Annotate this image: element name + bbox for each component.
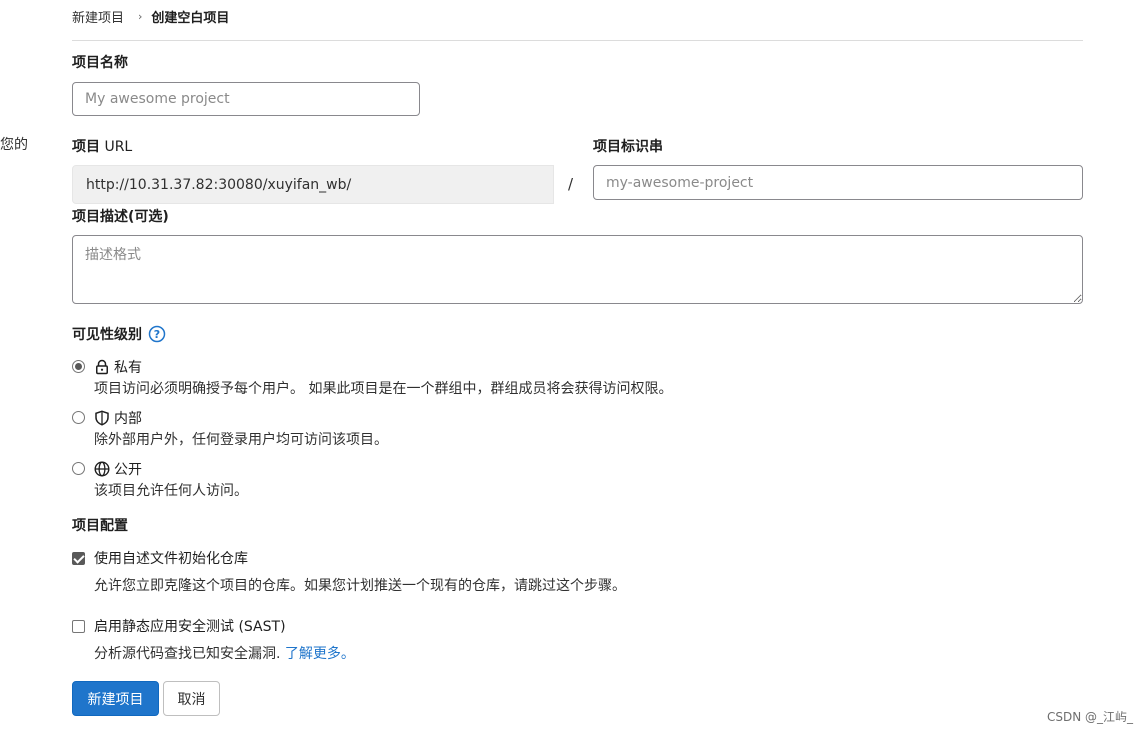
chevron-right-icon: › xyxy=(138,9,143,23)
url-slash: / xyxy=(568,175,574,193)
visibility-radio-public[interactable] xyxy=(72,462,85,475)
visibility-label-public: 公开 xyxy=(114,462,142,478)
visibility-help-private: 项目访问必须明确授予每个用户。 如果此项目是在一个群组中，群组成员将会获得访问权… xyxy=(94,381,673,397)
shield-icon xyxy=(95,410,109,426)
project-name-label: 项目名称 xyxy=(72,55,128,71)
svg-text:?: ? xyxy=(154,328,160,341)
visibility-help-public: 该项目允许任何人访问。 xyxy=(94,483,248,499)
visibility-option-internal[interactable]: 内部 除外部用户外，任何登录用户均可访问该项目。 xyxy=(72,408,388,449)
sast-label[interactable]: 启用静态应用安全测试 (SAST) xyxy=(94,616,286,636)
sast-help-text: 分析源代码查找已知安全漏洞. xyxy=(94,646,285,662)
project-url-label-bold: 项目 xyxy=(72,139,100,155)
description-label: 项目描述(可选) xyxy=(72,209,169,225)
visibility-title: 可见性级别 ? xyxy=(72,324,166,344)
visibility-radio-private[interactable] xyxy=(72,360,85,373)
sast-option[interactable]: 启用静态应用安全测试 (SAST) xyxy=(72,616,286,636)
sast-checkbox[interactable] xyxy=(72,619,85,633)
project-url-label-suffix: URL xyxy=(100,139,133,155)
readme-option[interactable]: 使用自述文件初始化仓库 xyxy=(72,548,248,568)
clipped-sidebar-text: 您的 xyxy=(0,137,28,153)
project-url-prefix: http://10.31.37.82:30080/xuyifan_wb/ xyxy=(72,165,554,204)
cancel-button[interactable]: 取消 xyxy=(163,681,220,716)
project-slug-input[interactable] xyxy=(593,165,1083,200)
project-url-label: 项目 URL xyxy=(72,136,132,156)
breadcrumb-new-project-link[interactable]: 新建项目 xyxy=(72,7,124,26)
header-divider xyxy=(72,40,1083,41)
readme-label[interactable]: 使用自述文件初始化仓库 xyxy=(94,548,248,568)
breadcrumb-current: 创建空白项目 xyxy=(151,10,230,26)
readme-help: 允许您立即克隆这个项目的仓库。如果您计划推送一个现有的仓库，请跳过这个步骤。 xyxy=(94,578,626,594)
globe-icon xyxy=(94,461,110,477)
readme-checkbox[interactable] xyxy=(72,551,85,565)
create-project-button[interactable]: 新建项目 xyxy=(72,681,159,716)
project-url-prefix-text: http://10.31.37.82:30080/xuyifan_wb/ xyxy=(86,176,352,193)
csdn-watermark: CSDN @_江屿_ xyxy=(1046,710,1133,724)
visibility-title-text: 可见性级别 xyxy=(72,327,142,343)
project-slug-label: 项目标识串 xyxy=(593,139,663,155)
visibility-label-private: 私有 xyxy=(114,360,142,376)
question-circle-icon[interactable]: ? xyxy=(148,325,166,343)
visibility-option-private[interactable]: 私有 项目访问必须明确授予每个用户。 如果此项目是在一个群组中，群组成员将会获得… xyxy=(72,357,672,398)
project-config-title: 项目配置 xyxy=(72,518,128,534)
lock-icon xyxy=(96,359,108,375)
learn-more-link[interactable]: 了解更多。 xyxy=(285,646,355,662)
visibility-radio-internal[interactable] xyxy=(72,411,85,424)
visibility-help-internal: 除外部用户外，任何登录用户均可访问该项目。 xyxy=(94,432,388,448)
breadcrumb: 新建项目 › 创建空白项目 xyxy=(72,6,229,26)
project-name-input[interactable] xyxy=(72,82,420,116)
visibility-option-public[interactable]: 公开 该项目允许任何人访问。 xyxy=(72,459,248,500)
description-textarea[interactable] xyxy=(72,235,1083,304)
sast-help: 分析源代码查找已知安全漏洞. 了解更多。 xyxy=(94,643,355,663)
visibility-label-internal: 内部 xyxy=(114,411,142,427)
